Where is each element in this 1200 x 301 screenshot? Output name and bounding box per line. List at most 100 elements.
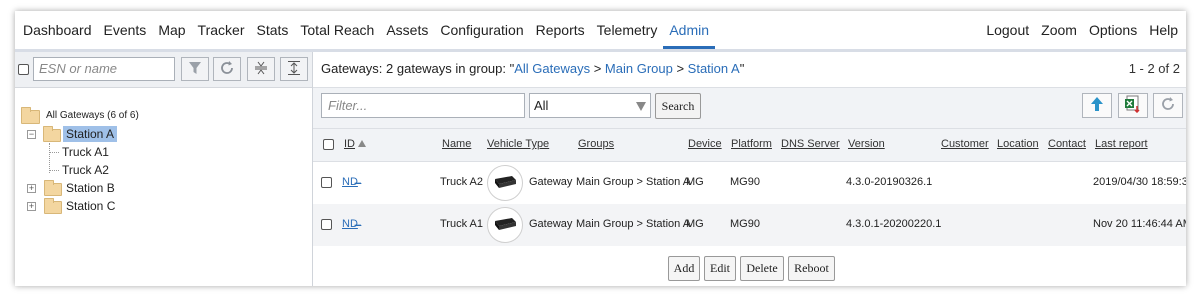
expand-all-button[interactable] [280, 57, 308, 81]
column-header-id[interactable]: ID [344, 138, 366, 150]
collapse-icon [253, 60, 269, 79]
title-prefix: Gateways: 2 gateways in group: " [321, 61, 515, 76]
column-header-last-report[interactable]: Last report [1095, 138, 1148, 150]
column-header-device[interactable]: Device [688, 138, 722, 150]
nav-assets[interactable]: Assets [380, 11, 434, 49]
breadcrumb-separator: > [672, 61, 688, 76]
gateways-title: Gateways: 2 gateways in group: "All Gate… [321, 61, 744, 76]
row-name: Truck A2 [440, 176, 483, 188]
filter-input[interactable]: Filter... [321, 93, 525, 118]
column-header-name[interactable]: Name [442, 138, 471, 150]
tree-node-station-a[interactable]: Station A [63, 126, 118, 142]
refresh-icon [1160, 96, 1176, 115]
nav-zoom[interactable]: Zoom [1035, 11, 1083, 49]
row-device: MG [686, 218, 704, 230]
row-version: 4.3.0-20190326.1 [846, 176, 933, 188]
reboot-button[interactable]: Reboot [788, 256, 835, 281]
column-header-version[interactable]: Version [848, 138, 885, 150]
app-window: Dashboard Events Map Tracker Stats Total… [15, 11, 1186, 286]
tree-node-station-c[interactable]: Station C [66, 198, 115, 214]
gateway-tree-panel: ESN or name All Gateways (6 of 6) − Stat… [15, 52, 313, 286]
collapse-toggle-station-a[interactable]: − [27, 130, 36, 139]
tree-connector [49, 152, 59, 153]
expand-toggle-station-b[interactable]: + [27, 184, 36, 193]
tree-search-bar: ESN or name [15, 52, 312, 88]
breadcrumb-station-a[interactable]: Station A [688, 61, 740, 76]
folder-icon [44, 198, 62, 214]
nav-options[interactable]: Options [1083, 11, 1143, 49]
nav-admin[interactable]: Admin [663, 11, 716, 49]
row-id: ND [342, 176, 358, 188]
column-label: ID [344, 138, 355, 150]
refresh-tree-button[interactable] [213, 57, 241, 81]
column-header-dns-server[interactable]: DNS Server [781, 138, 840, 150]
nav-configuration[interactable]: Configuration [434, 11, 529, 49]
column-header-platform[interactable]: Platform [731, 138, 772, 150]
nav-reports[interactable]: Reports [530, 11, 591, 49]
row-platform: MG90 [730, 176, 760, 188]
nav-tracker[interactable]: Tracker [192, 11, 251, 49]
column-header-groups[interactable]: Groups [578, 138, 614, 150]
select-all-checkbox[interactable] [323, 139, 334, 150]
tree-node-truck-a2[interactable]: Truck A2 [62, 162, 109, 178]
column-header-location[interactable]: Location [997, 138, 1039, 150]
delete-button[interactable]: Delete [740, 256, 784, 281]
row-platform: MG90 [730, 218, 760, 230]
nav-logout[interactable]: Logout [980, 11, 1035, 49]
nav-total-reach[interactable]: Total Reach [294, 11, 380, 49]
column-header-customer[interactable]: Customer [941, 138, 989, 150]
nav-telemetry[interactable]: Telemetry [591, 11, 664, 49]
row-checkbox[interactable] [321, 177, 332, 188]
row-device: MG [686, 176, 704, 188]
row-id-link[interactable]: ND̶̶̶̶̶̶̶̶̶̶̶̶ [342, 176, 432, 188]
table-row[interactable]: ND̶̶̶̶̶̶̶̶̶̶̶̶ Truck A2 Gateway Main Gro… [313, 162, 1186, 204]
breadcrumb-all-gateways[interactable]: All Gateways [514, 61, 590, 76]
folder-icon [44, 180, 62, 196]
gateway-device-icon [492, 217, 518, 234]
folder-open-icon [21, 107, 40, 124]
dropdown-arrow-icon [636, 102, 646, 111]
move-up-button[interactable] [1082, 93, 1112, 118]
row-last-report: Nov 20 11:46:44 AM [1093, 218, 1186, 230]
paging-info: 1 - 2 of 2 [1128, 61, 1180, 76]
column-header-contact[interactable]: Contact [1048, 138, 1086, 150]
nav-dashboard[interactable]: Dashboard [17, 11, 98, 49]
refresh-button[interactable] [1153, 93, 1183, 118]
row-checkbox[interactable] [321, 219, 332, 230]
select-value: All [534, 98, 549, 113]
filter-button[interactable] [181, 57, 209, 81]
edit-button[interactable]: Edit [704, 256, 736, 281]
add-button[interactable]: Add [668, 256, 700, 281]
top-navigation: Dashboard Events Map Tracker Stats Total… [15, 11, 1186, 52]
nav-events[interactable]: Events [98, 11, 153, 49]
export-excel-button[interactable] [1118, 93, 1148, 118]
filter-toolbar: Filter... All Search [313, 87, 1186, 129]
row-id-link[interactable]: ND̶̶̶̶̶̶̶̶̶̶̶̶ [342, 218, 432, 230]
status-select[interactable]: All [529, 93, 651, 118]
row-groups: Main Group > Station A [576, 218, 691, 230]
sort-ascending-icon [358, 140, 366, 147]
expand-toggle-station-c[interactable]: + [27, 202, 36, 211]
row-groups: Main Group > Station A [576, 176, 691, 188]
vehicle-type-avatar [487, 165, 523, 201]
breadcrumb-main-group[interactable]: Main Group [605, 61, 673, 76]
nav-map[interactable]: Map [152, 11, 191, 49]
select-all-tree-checkbox[interactable] [18, 64, 29, 75]
row-last-report: 2019/04/30 18:59:36 [1093, 176, 1186, 188]
arrow-up-icon [1090, 96, 1104, 115]
table-row[interactable]: ND̶̶̶̶̶̶̶̶̶̶̶̶ Truck A1 Gateway Main Gro… [313, 204, 1186, 246]
esn-search-input[interactable]: ESN or name [33, 57, 175, 81]
nav-help[interactable]: Help [1143, 11, 1184, 49]
tree-node-station-b[interactable]: Station B [66, 180, 115, 196]
breadcrumb-separator: > [590, 61, 605, 76]
row-version: 4.3.0.1-20200220.1 [846, 218, 942, 230]
nav-stats[interactable]: Stats [250, 11, 294, 49]
collapse-all-button[interactable] [247, 57, 275, 81]
column-header-vehicle-type[interactable]: Vehicle Type [487, 138, 549, 150]
search-button[interactable]: Search [655, 93, 701, 119]
tree-connector [49, 143, 51, 173]
row-vehicle-type: Gateway [529, 218, 573, 230]
expand-icon [286, 60, 302, 79]
tree-node-all-gateways[interactable]: All Gateways (6 of 6) [46, 108, 139, 124]
tree-node-truck-a1[interactable]: Truck A1 [62, 144, 109, 160]
